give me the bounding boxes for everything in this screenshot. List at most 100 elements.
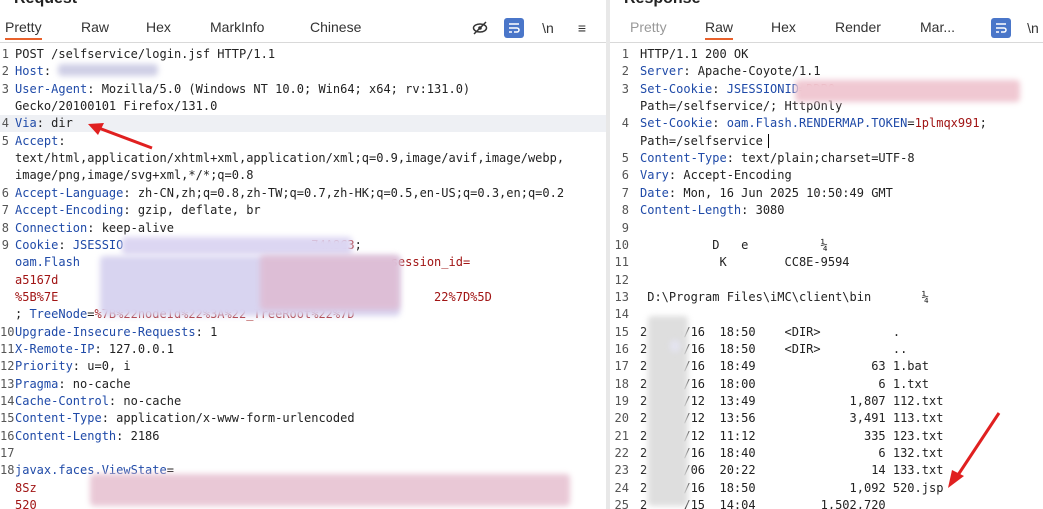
line-text: Cache-Control: no-cache	[15, 393, 181, 410]
header-key: User-Agent	[15, 81, 88, 96]
text-token: : keep-alive	[87, 220, 174, 235]
response-pane: Response Pretty Raw Hex Render Mar... \n…	[610, 0, 1043, 509]
code-line: 11 K CC8E-9594	[610, 254, 1043, 271]
line-number: 2	[621, 64, 629, 79]
line-number: 11	[0, 341, 15, 356]
code-line: 5 Content-Type: text/plain;charset=UTF-8	[610, 150, 1043, 167]
text-token: HTTP/1.1 200 OK	[640, 47, 749, 61]
line-text: text/html,application/xhtml+xml,applicat…	[15, 150, 564, 167]
text-token: :	[712, 116, 727, 131]
code-line: 7 Date: Mon, 16 Jun 2025 10:50:49 GMT	[610, 185, 1043, 202]
code-line: 12 Priority: u=0, i	[0, 358, 606, 375]
line-text: Connection: keep-alive	[15, 220, 174, 237]
param-value: %5B%7E	[15, 289, 59, 304]
tab-render[interactable]: Render	[835, 19, 881, 35]
header-key: Content-Length	[640, 203, 742, 218]
code-line: 6 Vary: Accept-Encoding	[610, 167, 1043, 184]
text-token: ;	[979, 116, 987, 131]
redaction-blur	[260, 255, 400, 310]
line-number: 16	[614, 341, 629, 356]
newline-toggle[interactable]: \n	[538, 18, 558, 38]
header-key: Content-Type	[640, 151, 727, 166]
text-token: Gecko/20100101 Firefox/131.0	[15, 99, 218, 114]
code-line: 8 Connection: keep-alive	[0, 220, 606, 237]
code-line: 11 X-Remote-IP: 127.0.0.1	[0, 341, 606, 358]
header-key: Content-Type	[15, 411, 102, 426]
tab-hex[interactable]: Hex	[771, 19, 796, 35]
header-key: X-Remote-IP	[15, 341, 95, 356]
line-number: 12	[0, 359, 15, 374]
line-text: D:\Program Files\iMC\client\bin ¼	[640, 289, 929, 306]
tab-raw[interactable]: Raw	[81, 19, 109, 35]
header-key: Accept-Language	[15, 185, 124, 200]
wrap-icon[interactable]	[504, 18, 524, 38]
code-line: 8 Content-Length: 3080	[610, 202, 1043, 219]
line-number: 14	[614, 307, 629, 322]
code-line: 10 D e ¼	[610, 237, 1043, 254]
header-key: Connection	[15, 220, 88, 235]
code-line: 15 Content-Type: application/x-www-form-u…	[0, 410, 606, 427]
line-text: Accept:	[15, 133, 66, 150]
line-number: 3	[1, 81, 9, 96]
menu-icon[interactable]: ≡	[572, 18, 592, 38]
text-token: =	[907, 116, 915, 131]
text-token: : 2186	[116, 428, 160, 443]
line-number: 4	[1, 116, 9, 131]
line-text: Content-Type: text/plain;charset=UTF-8	[640, 150, 915, 167]
text-token: image/png,image/svg+xml,*/*;q=0.8	[15, 168, 254, 183]
text-token: POST /selfservice/login.jsf HTTP/1.1	[15, 47, 276, 61]
code-line: 13 D:\Program Files\iMC\client\bin ¼	[610, 289, 1043, 306]
text-token: : u=0, i	[72, 359, 131, 374]
header-key: Vary	[640, 168, 669, 183]
redaction-blur	[58, 64, 158, 76]
line-text: Set-Cookie: oam.Flash.RENDERMAP.TOKEN=1p…	[640, 115, 987, 132]
line-number: 11	[614, 255, 629, 270]
tab-chinese[interactable]: Chinese	[310, 19, 361, 35]
line-text: User-Agent: Mozilla/5.0 (Windows NT 10.0…	[15, 81, 470, 98]
line-number: 12	[614, 272, 629, 287]
line-number: 16	[0, 428, 15, 443]
wrap-icon[interactable]	[991, 18, 1011, 38]
line-number: 18	[0, 463, 15, 478]
redaction-blur	[670, 340, 680, 352]
line-number: 7	[621, 185, 629, 200]
line-number: 10	[614, 237, 629, 252]
line-text: HTTP/1.1 200 OK	[640, 46, 748, 63]
line-number: 6	[621, 168, 629, 183]
line-number: 5	[1, 133, 9, 148]
request-tab-bar: Pretty Raw Hex MarkInfo Chinese \n ≡	[0, 14, 606, 43]
header-key: Cookie	[15, 237, 59, 252]
header-key: Priority	[15, 359, 73, 374]
tab-markinfo[interactable]: MarkInfo	[210, 19, 264, 35]
line-number: 8	[1, 220, 9, 235]
tab-pretty[interactable]: Pretty	[630, 19, 667, 35]
param-value: a5167d	[15, 272, 59, 287]
header-key: oam.Flash	[15, 255, 81, 270]
header-key: Host	[15, 64, 44, 79]
tab-pretty[interactable]: Pretty	[5, 19, 42, 40]
eye-off-icon[interactable]	[470, 18, 490, 38]
newline-toggle[interactable]: \n	[1023, 18, 1043, 38]
text-token: : dir	[36, 116, 73, 131]
param-value: 1plmqx991	[914, 116, 980, 131]
header-key: Server	[640, 64, 684, 79]
line-text: Pragma: no-cache	[15, 376, 131, 393]
request-title: Request	[14, 0, 77, 8]
line-text: Server: Apache-Coyote/1.1	[640, 63, 821, 80]
tab-markinfo[interactable]: Mar...	[920, 19, 955, 35]
line-number: 15	[0, 411, 15, 426]
param-value: 22%7D%5D	[434, 289, 492, 304]
code-line: text/html,application/xhtml+xml,applicat…	[0, 150, 606, 167]
code-line: 7 Accept-Encoding: gzip, deflate, br	[0, 202, 606, 219]
text-token: : Accept-Encoding	[668, 168, 792, 183]
tab-hex[interactable]: Hex	[146, 19, 171, 35]
text-token: : 3080	[741, 203, 785, 218]
code-line: 9	[610, 220, 1043, 237]
text-token: : Mon, 16 Jun 2025 10:50:49 GMT	[668, 185, 893, 200]
code-line: 1 HTTP/1.1 200 OK	[610, 46, 1043, 63]
text-token: D:\Program Files\iMC\client\bin ¼	[640, 289, 929, 304]
tab-raw[interactable]: Raw	[705, 19, 734, 40]
text-token: : Apache-Coyote/1.1	[683, 64, 821, 79]
redaction-blur	[795, 80, 1020, 102]
header-key: Via	[15, 116, 37, 131]
